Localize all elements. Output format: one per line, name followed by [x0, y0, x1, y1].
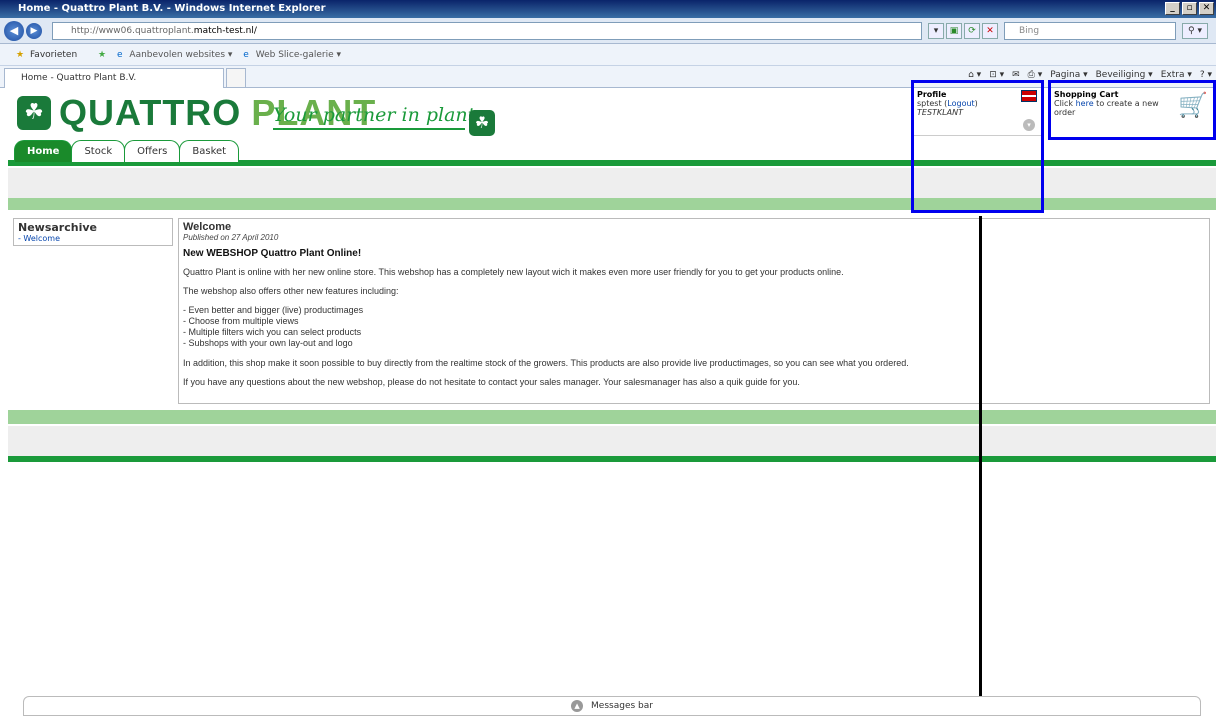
- news-article: Welcome Published on 27 April 2010 New W…: [178, 218, 1210, 404]
- chevron-up-icon: ▲: [571, 699, 584, 712]
- light-green-strip: [8, 410, 1216, 424]
- new-tab-button[interactable]: [226, 68, 246, 88]
- messages-bar[interactable]: ▲ Messages bar: [23, 696, 1201, 716]
- home-icon[interactable]: ⌂ ▾: [968, 70, 981, 80]
- slogan-underline: [273, 128, 465, 130]
- gray-strip: [8, 426, 1216, 456]
- tab-home[interactable]: Home - Quattro Plant B.V.: [4, 68, 224, 88]
- mail-icon[interactable]: ✉: [1012, 70, 1020, 80]
- feeds-icon[interactable]: ⊡ ▾: [989, 70, 1004, 80]
- bullet-item: - Subshops with your own lay-out and log…: [183, 338, 353, 348]
- nav-basket[interactable]: Basket: [179, 140, 240, 162]
- close-button[interactable]: ✕: [1199, 2, 1214, 15]
- security-menu[interactable]: Beveiliging ▾: [1096, 70, 1153, 80]
- help-icon[interactable]: ? ▾: [1200, 70, 1212, 80]
- add-favorite-icon[interactable]: ★: [98, 50, 106, 60]
- window-titlebar: Home - Quattro Plant B.V. - Windows Inte…: [0, 0, 1216, 18]
- nav-stock[interactable]: Stock: [71, 140, 126, 162]
- favorites-button[interactable]: Favorieten: [30, 50, 77, 60]
- main-nav: Home Stock Offers Basket: [14, 140, 240, 162]
- command-bar: ⌂ ▾ ⊡ ▾ ✉ ⎙ ▾ Pagina ▾ Beveiliging ▾ Ext…: [968, 70, 1212, 80]
- article-paragraph: In addition, this shop make it soon poss…: [183, 358, 909, 368]
- tools-menu[interactable]: Extra ▾: [1161, 70, 1192, 80]
- dropdown-icon[interactable]: ▾: [928, 23, 944, 39]
- nav-offers[interactable]: Offers: [124, 140, 181, 162]
- stop-icon[interactable]: ✕: [982, 23, 998, 39]
- star-icon: ★: [16, 50, 25, 60]
- bullet-item: - Multiple filters wich you can select p…: [183, 327, 362, 337]
- nav-home[interactable]: Home: [14, 140, 73, 162]
- forward-button[interactable]: ▶: [26, 23, 42, 39]
- article-paragraph: The webshop also offers other new featur…: [183, 286, 399, 296]
- ie-page-icon: e: [117, 50, 123, 60]
- print-icon[interactable]: ⎙ ▾: [1028, 70, 1043, 80]
- window-controls: _ ▫ ✕: [1165, 2, 1214, 15]
- refresh-icon[interactable]: ⟳: [964, 23, 980, 39]
- newsarchive-panel: Newsarchive - Welcome: [13, 218, 173, 246]
- bullet-item: - Even better and bigger (live) producti…: [183, 305, 364, 315]
- page-menu[interactable]: Pagina ▾: [1050, 70, 1087, 80]
- search-icon[interactable]: ⚲ ▾: [1182, 23, 1208, 39]
- slogan: Your partner in plants: [273, 104, 486, 126]
- article-date: Published on 27 April 2010: [183, 233, 279, 242]
- newsarchive-item[interactable]: - Welcome: [18, 234, 168, 243]
- favorites-bar: ★ Favorieten ★ e Aanbevolen websites ▾ e…: [0, 44, 1216, 66]
- article-paragraph: Quattro Plant is online with her new onl…: [183, 267, 844, 277]
- messages-bar-label: Messages bar: [591, 701, 653, 711]
- address-toolbar: ◀ ▶ http://www06.quattroplant.match-test…: [0, 18, 1216, 44]
- article-paragraph: If you have any questions about the new …: [183, 377, 800, 387]
- article-headline: New WEBSHOP Quattro Plant Online!: [183, 248, 362, 259]
- annotation-line: [979, 216, 982, 715]
- address-field[interactable]: http://www06.quattroplant.match-test.nl/: [52, 22, 922, 40]
- fav-link-recommended[interactable]: Aanbevolen websites ▾: [129, 50, 232, 60]
- bullet-item: - Choose from multiple views: [183, 316, 299, 326]
- footer-green-bar: [8, 456, 1216, 462]
- newsarchive-title: Newsarchive: [18, 221, 97, 234]
- clover-icon: ☘: [469, 110, 495, 136]
- highlight-box-cart: [1048, 80, 1216, 140]
- highlight-box-profile: [911, 80, 1044, 213]
- ie-page-icon: e: [243, 50, 249, 60]
- fav-link-webslice[interactable]: Web Slice-galerie ▾: [256, 50, 341, 60]
- article-bullets: - Even better and bigger (live) producti…: [183, 305, 1205, 349]
- window-title: Home - Quattro Plant B.V. - Windows Inte…: [18, 3, 326, 14]
- article-title: Welcome: [183, 221, 232, 233]
- clover-icon: ☘: [17, 96, 51, 130]
- compat-icon[interactable]: ▣: [946, 23, 962, 39]
- minimize-button[interactable]: _: [1165, 2, 1180, 15]
- back-button[interactable]: ◀: [4, 21, 24, 41]
- web-page: ☘ QUATTRO PLANT Your partner in plants ☘…: [0, 80, 1216, 716]
- maximize-button[interactable]: ▫: [1182, 2, 1197, 15]
- search-input[interactable]: Bing: [1004, 22, 1176, 40]
- logo-text-quattro: QUATTRO: [59, 92, 242, 133]
